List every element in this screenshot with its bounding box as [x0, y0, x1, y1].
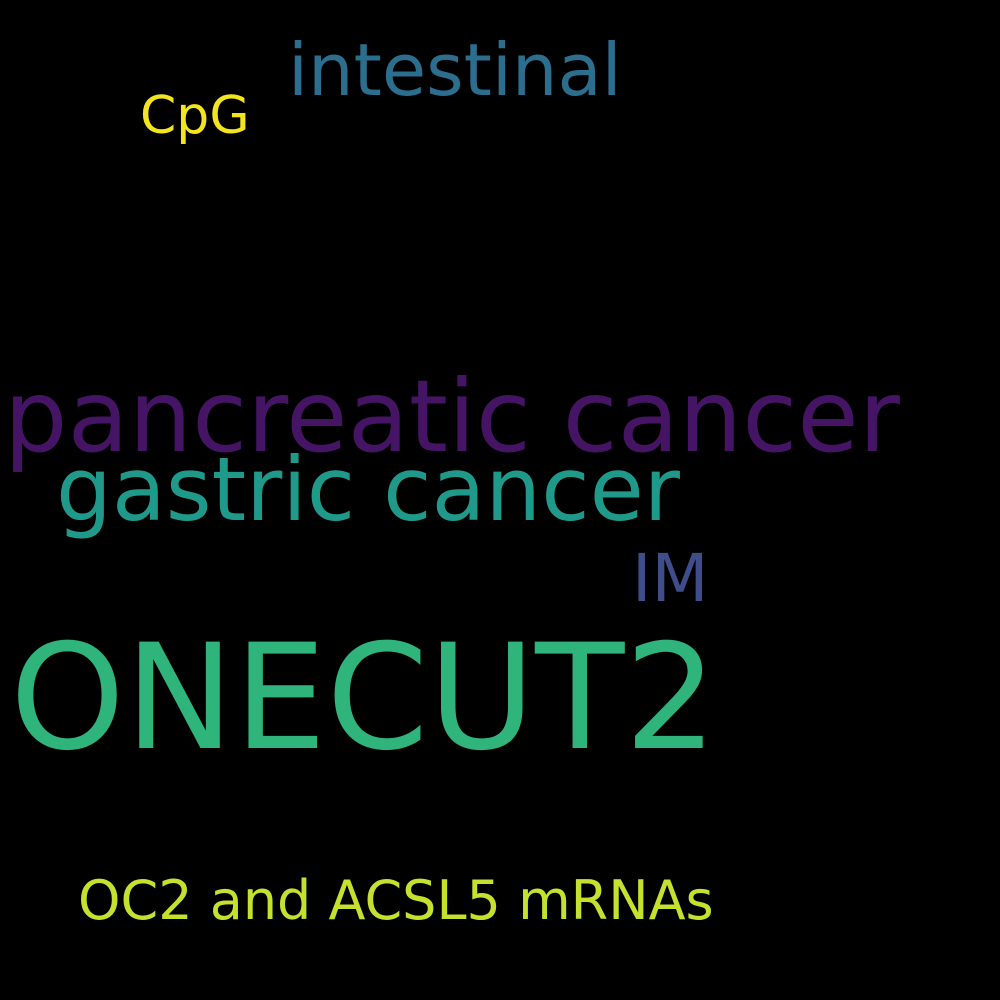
- word-im: IM: [632, 540, 709, 617]
- word-intestinal: intestinal: [288, 28, 622, 112]
- word-onecut2: ONECUT2: [10, 613, 718, 783]
- word-gastric-cancer: gastric cancer: [56, 438, 680, 541]
- word-cpg: CpG: [140, 86, 250, 146]
- word-cloud: intestinal CpG pancreatic cancer gastric…: [0, 0, 1000, 1000]
- word-oc2-and-acsl5-mrnas: OC2 and ACSL5 mRNAs: [78, 869, 714, 932]
